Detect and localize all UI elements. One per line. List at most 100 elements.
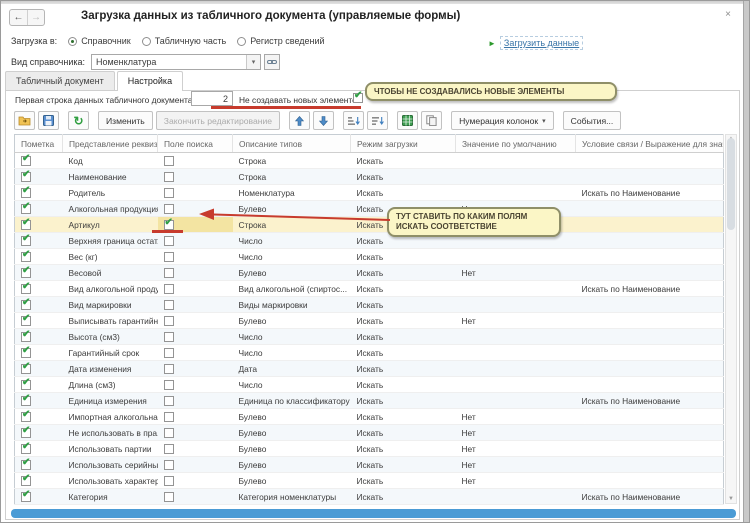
open-file-button[interactable] — [14, 111, 35, 130]
table-row[interactable]: Родитель Номенклатура Искать Искать по Н… — [15, 185, 724, 201]
load-data-link[interactable]: ► Загрузить данные — [488, 36, 583, 50]
mark-checkbox[interactable] — [21, 252, 31, 262]
table-row[interactable]: Использовать серийны... Булево Искать Не… — [15, 457, 724, 473]
finish-editing-button[interactable]: Закончить редактирование — [156, 111, 280, 130]
col-header-link-condition[interactable]: Условие связи / Выражение для значен... — [576, 135, 724, 153]
table-row[interactable]: Дата изменения Дата Искать — [15, 361, 724, 377]
table-row[interactable]: Наименование Строка Искать — [15, 169, 724, 185]
tab-spreadsheet-document[interactable]: Табличный документ — [5, 71, 115, 90]
table-row[interactable]: Верхняя граница остат... Число Искать — [15, 233, 724, 249]
search-checkbox[interactable] — [164, 348, 174, 358]
table-row[interactable]: Гарантийный срок Число Искать — [15, 345, 724, 361]
search-checkbox[interactable] — [164, 268, 174, 278]
radio-information-register[interactable]: Регистр сведений — [237, 36, 324, 46]
copy-button[interactable] — [421, 111, 442, 130]
open-catalog-button[interactable] — [264, 54, 280, 70]
export-table-button[interactable] — [397, 111, 418, 130]
sort-ascending-button[interactable] — [343, 111, 364, 130]
table-row[interactable]: Не использовать в пра... Булево Искать Н… — [15, 425, 724, 441]
table-row[interactable]: Использовать характер... Булево Искать Н… — [15, 473, 724, 489]
search-checkbox[interactable] — [164, 332, 174, 342]
mark-checkbox[interactable] — [21, 444, 31, 454]
mark-checkbox[interactable] — [21, 284, 31, 294]
first-data-row-input[interactable]: 2 — [191, 91, 233, 106]
mark-checkbox[interactable] — [21, 188, 31, 198]
close-button[interactable]: × — [721, 9, 735, 23]
table-row[interactable]: Код Строка Искать — [15, 153, 724, 169]
search-checkbox[interactable] — [164, 300, 174, 310]
forward-button[interactable]: → — [27, 10, 44, 25]
search-checkbox[interactable] — [164, 284, 174, 294]
mark-checkbox[interactable] — [21, 460, 31, 470]
search-checkbox[interactable] — [164, 172, 174, 182]
catalog-kind-combobox[interactable]: Номенклатура ▾ — [91, 54, 261, 70]
col-header-type[interactable]: Описание типов — [233, 135, 351, 153]
mark-checkbox[interactable] — [21, 396, 31, 406]
table-row[interactable]: Категория Категория номенклатуры Искать … — [15, 489, 724, 505]
search-checkbox[interactable] — [164, 460, 174, 470]
col-header-mark[interactable]: Пометка — [15, 135, 63, 153]
mark-checkbox[interactable] — [21, 236, 31, 246]
col-header-load-mode[interactable]: Режим загрузки — [351, 135, 456, 153]
mark-checkbox[interactable] — [21, 268, 31, 278]
refresh-button[interactable]: ↻ — [68, 111, 89, 130]
search-checkbox[interactable] — [164, 204, 174, 214]
search-checkbox[interactable] — [164, 476, 174, 486]
table-row[interactable]: Вид маркировки Виды маркировки Искать — [15, 297, 724, 313]
search-checkbox[interactable] — [164, 252, 174, 262]
mark-checkbox[interactable] — [21, 204, 31, 214]
table-row[interactable]: Длина (см3) Число Искать — [15, 377, 724, 393]
table-row[interactable]: Высота (см3) Число Искать — [15, 329, 724, 345]
mark-checkbox[interactable] — [21, 172, 31, 182]
search-checkbox[interactable] — [164, 492, 174, 502]
tab-settings[interactable]: Настройка — [117, 71, 183, 91]
col-header-attribute[interactable]: Представление реквизита — [63, 135, 158, 153]
search-checkbox[interactable] — [164, 220, 174, 230]
mark-checkbox[interactable] — [21, 428, 31, 438]
mark-checkbox[interactable] — [21, 332, 31, 342]
mark-checkbox[interactable] — [21, 412, 31, 422]
back-button[interactable]: ← — [10, 10, 27, 25]
search-checkbox[interactable] — [164, 444, 174, 454]
search-checkbox[interactable] — [164, 188, 174, 198]
combo-dropdown-button[interactable]: ▾ — [246, 55, 260, 69]
mark-checkbox[interactable] — [21, 156, 31, 166]
sort-descending-button[interactable] — [367, 111, 388, 130]
mark-checkbox[interactable] — [21, 364, 31, 374]
edit-button[interactable]: Изменить — [98, 111, 153, 130]
search-checkbox[interactable] — [164, 364, 174, 374]
col-header-default-value[interactable]: Значение по умолчанию — [456, 135, 576, 153]
radio-catalog[interactable]: Справочник — [68, 36, 131, 46]
search-checkbox[interactable] — [164, 380, 174, 390]
no-new-elements-checkbox[interactable] — [353, 93, 363, 103]
radio-tabular-section[interactable]: Табличную часть — [142, 36, 227, 46]
search-checkbox[interactable] — [164, 396, 174, 406]
mark-checkbox[interactable] — [21, 380, 31, 390]
col-header-search-field[interactable]: Поле поиска — [158, 135, 233, 153]
mark-checkbox[interactable] — [21, 220, 31, 230]
mark-checkbox[interactable] — [21, 316, 31, 326]
vertical-scrollbar[interactable]: ▲ ▼ — [725, 134, 737, 504]
table-row[interactable]: Вес (кг) Число Искать — [15, 249, 724, 265]
mark-checkbox[interactable] — [21, 492, 31, 502]
mark-checkbox[interactable] — [21, 300, 31, 310]
mark-checkbox[interactable] — [21, 348, 31, 358]
search-checkbox[interactable] — [164, 412, 174, 422]
table-row[interactable]: Вид алкогольной проду... Вид алкогольной… — [15, 281, 724, 297]
search-checkbox[interactable] — [164, 428, 174, 438]
save-button[interactable] — [38, 111, 59, 130]
move-down-button[interactable] — [313, 111, 334, 130]
search-checkbox[interactable] — [164, 316, 174, 326]
events-button[interactable]: События... — [563, 111, 622, 130]
column-numbering-dropdown[interactable]: Нумерация колонок ▾ — [451, 111, 554, 130]
table-row[interactable]: Использовать партии Булево Искать Нет — [15, 441, 724, 457]
move-up-button[interactable] — [289, 111, 310, 130]
table-row[interactable]: Единица измерения Единица по классификат… — [15, 393, 724, 409]
vertical-scrollbar-thumb[interactable] — [727, 138, 735, 230]
horizontal-scrollbar[interactable] — [11, 509, 736, 518]
table-row[interactable]: Весовой Булево Искать Нет — [15, 265, 724, 281]
mark-checkbox[interactable] — [21, 476, 31, 486]
search-checkbox[interactable] — [164, 236, 174, 246]
search-checkbox[interactable] — [164, 156, 174, 166]
table-row[interactable]: Импортная алкогольна... Булево Искать Не… — [15, 409, 724, 425]
